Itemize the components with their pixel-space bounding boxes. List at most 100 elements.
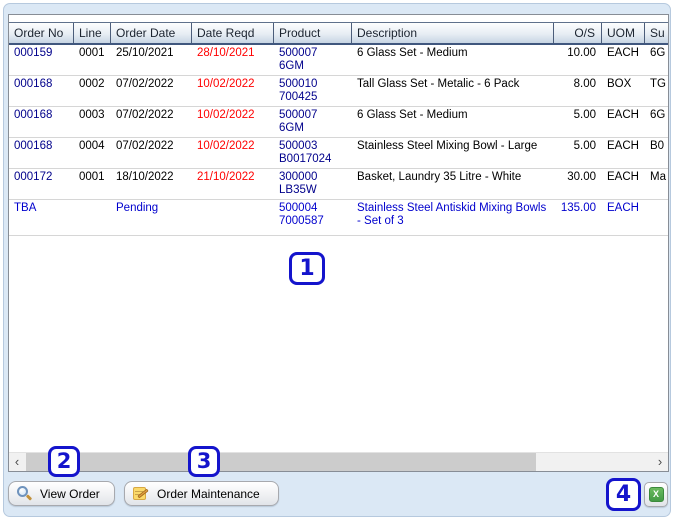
cell-order-no: 000168	[14, 109, 53, 121]
cell-date-reqd	[192, 200, 274, 235]
cell-order-no: 000168	[14, 78, 53, 90]
grid-body: 000159 0001 25/10/2021 28/10/2021 500007…	[9, 45, 668, 236]
scrollbar-thumb[interactable]	[26, 453, 536, 471]
cell-os-qty: 135.00	[560, 202, 596, 214]
cell-description: Tall Glass Set - Metalic - 6 Pack	[357, 78, 520, 90]
product-code-2: 700425	[279, 91, 318, 103]
cell-date-reqd: 10/02/2022	[197, 109, 255, 121]
cell-order-date: 25/10/2021	[116, 47, 174, 59]
cell-order-no: 000168	[14, 140, 53, 152]
cell-product: 300000 LB35W	[274, 169, 352, 199]
cell-os-qty: 30.00	[567, 171, 596, 183]
cell-uom: EACH	[607, 140, 639, 152]
cell-supplier: TG	[650, 78, 666, 90]
product-code-2: 6GM	[279, 122, 304, 134]
column-header-os[interactable]: O/S	[554, 23, 602, 43]
order-row-4[interactable]: 000168 0004 07/02/2022 10/02/2022 500003…	[9, 138, 668, 169]
cell-order-date: Pending	[116, 202, 159, 214]
product-code: 500003	[279, 140, 318, 152]
view-order-label: View Order	[40, 486, 100, 501]
cell-uom: EACH	[607, 202, 639, 214]
cell-supplier	[645, 200, 668, 235]
product-code: 500007	[279, 47, 318, 59]
cell-supplier: 6G	[650, 109, 666, 121]
column-header-order-no[interactable]: Order No	[9, 23, 74, 43]
cell-supplier: B0	[650, 140, 665, 152]
cell-date-reqd: 10/02/2022	[197, 140, 255, 152]
cell-order-no: 000172	[14, 171, 53, 183]
grid-header-row: Order No Line Order Date Date Reqd Produ…	[9, 22, 668, 45]
cell-line: 0003	[79, 109, 105, 121]
column-header-description[interactable]: Description	[352, 23, 554, 43]
cell-order-date: 07/02/2022	[116, 78, 174, 90]
cell-uom: EACH	[607, 109, 639, 121]
cell-uom: EACH	[607, 47, 639, 59]
cell-supplier: 6G	[650, 47, 666, 59]
cell-order-date: 07/02/2022	[116, 109, 174, 121]
order-row-1[interactable]: 000159 0001 25/10/2021 28/10/2021 500007…	[9, 45, 668, 76]
scroll-left-icon[interactable]: ‹	[9, 453, 25, 471]
cell-description: Stainless Steel Mixing Bowl - Large	[357, 140, 538, 152]
cell-os-qty: 5.00	[573, 109, 596, 121]
cell-supplier: Ma	[650, 171, 666, 183]
order-enquiry-window: Order No Line Order Date Date Reqd Produ…	[0, 0, 678, 523]
callout-3: 3	[188, 446, 220, 477]
cell-product: 500007 6GM	[274, 107, 352, 137]
product-code: 500007	[279, 109, 318, 121]
cell-os-qty: 8.00	[573, 78, 596, 90]
cell-order-date: 18/10/2022	[116, 171, 174, 183]
column-header-uom[interactable]: UOM	[602, 23, 645, 43]
order-row-3[interactable]: 000168 0003 07/02/2022 10/02/2022 500007…	[9, 107, 668, 138]
cell-os-qty: 5.00	[573, 140, 596, 152]
cell-product: 500010 700425	[274, 76, 352, 106]
order-maintenance-label: Order Maintenance	[157, 486, 260, 501]
cell-order-date: 07/02/2022	[116, 140, 174, 152]
callout-1: 1	[289, 252, 325, 285]
cell-order-no: 000159	[14, 47, 53, 59]
product-code-2: LB35W	[279, 184, 317, 196]
order-maintenance-button[interactable]: Order Maintenance	[124, 481, 279, 506]
column-header-date-reqd[interactable]: Date Reqd	[192, 23, 274, 43]
cell-description: 6 Glass Set - Medium	[357, 47, 468, 59]
order-row-6-pending[interactable]: TBA Pending 500004 7000587 Stainless Stee…	[9, 200, 668, 236]
column-header-supplier[interactable]: Su	[645, 23, 668, 43]
callout-4: 4	[606, 478, 641, 511]
cell-line: 0001	[79, 47, 105, 59]
cell-product: 500004 7000587	[274, 200, 352, 235]
callout-2: 2	[48, 446, 80, 477]
export-to-excel-button[interactable]: X	[644, 482, 668, 507]
cell-description: Basket, Laundry 35 Litre - White	[357, 171, 522, 183]
cell-date-reqd: 21/10/2022	[197, 171, 255, 183]
view-order-button[interactable]: View Order	[8, 481, 115, 506]
cell-line: 0004	[79, 140, 105, 152]
product-code: 500004	[279, 202, 318, 214]
note-pencil-icon	[133, 486, 149, 501]
column-header-product[interactable]: Product	[274, 23, 352, 43]
cell-product: 500003 B0017024	[274, 138, 352, 168]
excel-icon: X	[648, 487, 664, 502]
orders-grid: Order No Line Order Date Date Reqd Produ…	[8, 14, 669, 472]
scroll-right-icon[interactable]: ›	[652, 453, 668, 471]
product-code: 300000	[279, 171, 318, 183]
horizontal-scrollbar[interactable]: ‹ ›	[9, 452, 668, 471]
cell-line	[74, 200, 111, 235]
column-header-order-date[interactable]: Order Date	[111, 23, 192, 43]
column-header-line[interactable]: Line	[74, 23, 111, 43]
cell-product: 500007 6GM	[274, 45, 352, 75]
cell-description: 6 Glass Set - Medium	[357, 109, 468, 121]
cell-date-reqd: 28/10/2021	[197, 47, 255, 59]
cell-line: 0002	[79, 78, 105, 90]
order-row-5[interactable]: 000172 0001 18/10/2022 21/10/2022 300000…	[9, 169, 668, 200]
product-code-2: 7000587	[279, 215, 324, 227]
cell-os-qty: 10.00	[567, 47, 596, 59]
cell-description: Stainless Steel Antiskid Mixing Bowls - …	[357, 202, 547, 227]
cell-order-no: TBA	[14, 202, 37, 214]
order-row-2[interactable]: 000168 0002 07/02/2022 10/02/2022 500010…	[9, 76, 668, 107]
cell-uom: EACH	[607, 171, 639, 183]
cell-uom: BOX	[607, 78, 632, 90]
magnifier-icon	[17, 486, 33, 501]
product-code: 500010	[279, 78, 318, 90]
cell-date-reqd: 10/02/2022	[197, 78, 255, 90]
cell-line: 0001	[79, 171, 105, 183]
product-code-2: B0017024	[279, 153, 332, 165]
